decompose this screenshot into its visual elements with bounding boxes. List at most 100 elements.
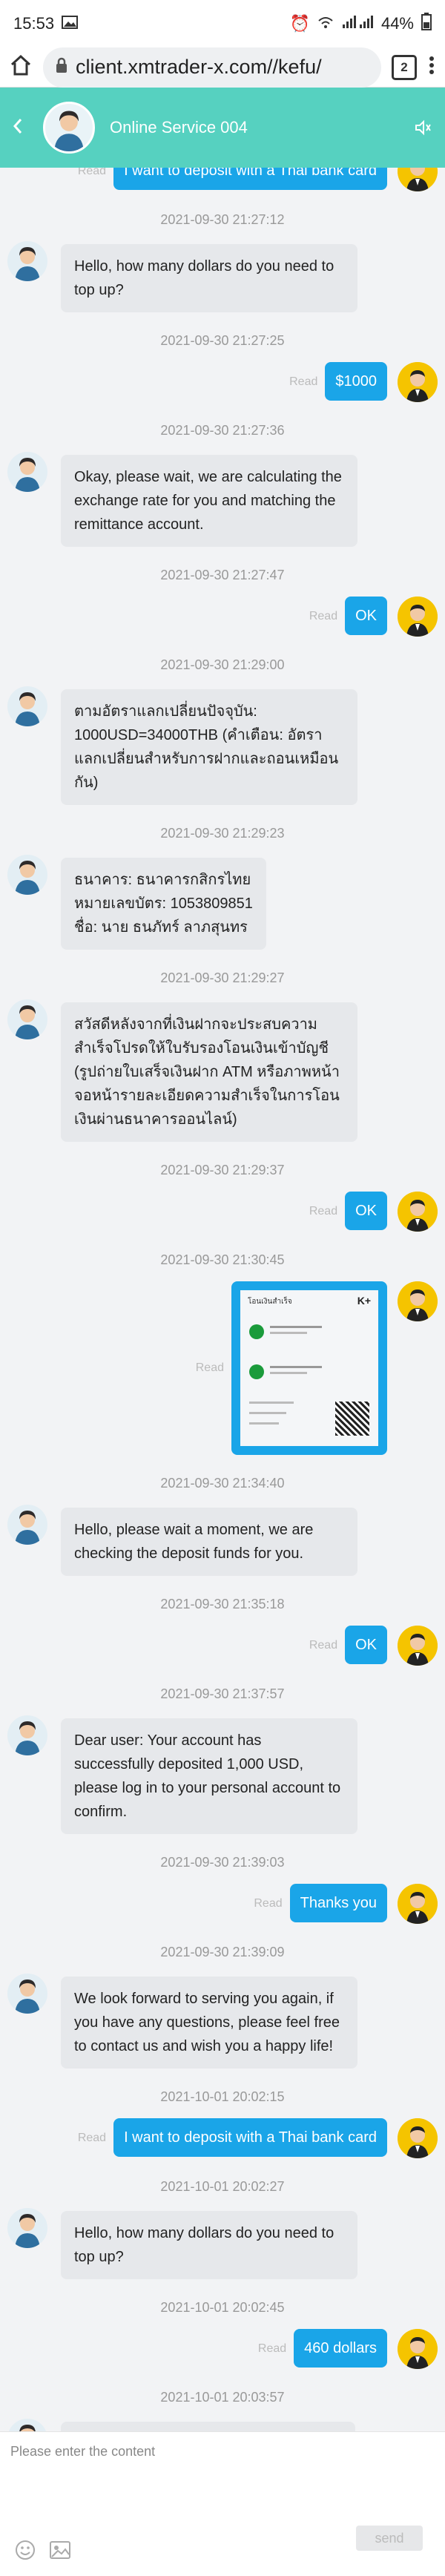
user-avatar — [398, 1626, 438, 1666]
user-avatar — [398, 1281, 438, 1321]
battery-icon — [421, 13, 432, 35]
message-bubble: Thanks you — [289, 1884, 387, 1922]
message-bubble: Okay, please wait, we are calculating th… — [61, 2422, 355, 2432]
user-avatar — [398, 2118, 438, 2158]
user-message: Read โอนเงินสำเร็จ K+ — [0, 1281, 445, 1455]
agent-avatar — [7, 999, 47, 1039]
user-avatar — [398, 1884, 438, 1924]
user-message: Read 460 dollars — [0, 2329, 445, 2369]
qr-code — [335, 1402, 369, 1436]
message-bubble: Dear user: Your account has successfully… — [61, 1718, 357, 1834]
agent-avatar — [7, 686, 47, 726]
message-bubble: I want to deposit with a Thai bank card — [113, 2118, 387, 2157]
message-timestamp: 2021-10-01 20:02:45 — [160, 2300, 285, 2315]
chat-title: Online Service 004 — [110, 118, 248, 137]
message-bubble: Okay, please wait, we are calculating th… — [61, 455, 357, 547]
message-bubble: OK — [345, 1626, 387, 1664]
agent-message: Hello, please wait a moment, we are chec… — [0, 1505, 445, 1576]
message-timestamp: 2021-09-30 21:29:37 — [160, 1163, 285, 1177]
message-bubble: OK — [345, 597, 387, 635]
message-bubble: I want to deposit with a Thai bank card — [113, 168, 387, 190]
message-bubble: Hello, please wait a moment, we are chec… — [61, 1508, 357, 1576]
message-bubble: สวัสดีหลังจากที่เงินฝากจะประสบความสำเร็จ… — [61, 1002, 357, 1142]
home-icon[interactable] — [9, 53, 33, 81]
read-receipt: Read — [254, 1897, 283, 1910]
tab-count: 2 — [400, 59, 408, 74]
message-timestamp: 2021-09-30 21:27:25 — [160, 333, 285, 348]
user-message: Read OK — [0, 1626, 445, 1666]
bank-logo-icon — [249, 1324, 264, 1339]
image-icon[interactable] — [49, 2540, 71, 2564]
agent-message: Okay, please wait, we are calculating th… — [0, 452, 445, 547]
message-bubble: Hello, how many dollars do you need to t… — [61, 244, 357, 312]
agent-avatar — [7, 452, 47, 492]
image-message[interactable]: โอนเงินสำเร็จ K+ — [231, 1281, 387, 1455]
message-timestamp: 2021-09-30 21:29:00 — [160, 657, 285, 672]
message-bubble: OK — [345, 1192, 387, 1230]
agent-message: Dear user: Your account has successfully… — [0, 1715, 445, 1834]
user-message: Read I want to deposit with a Thai bank c… — [0, 168, 445, 191]
message-timestamp: 2021-10-01 20:02:15 — [160, 2089, 285, 2104]
menu-icon[interactable] — [427, 53, 436, 81]
read-receipt: Read — [77, 2132, 107, 2144]
status-time: 15:53 — [13, 14, 55, 33]
agent-avatar — [7, 1505, 47, 1545]
signal-icon — [341, 14, 374, 33]
send-button[interactable]: send — [356, 2526, 423, 2551]
agent-avatar — [43, 102, 95, 154]
gallery-icon — [62, 14, 79, 33]
message-timestamp: 2021-09-30 21:39:03 — [160, 1855, 285, 1870]
status-bar: 15:53 ⏰ 44% — [0, 0, 445, 47]
receipt-brand: K+ — [357, 1295, 371, 1307]
user-avatar — [398, 1192, 438, 1232]
agent-avatar — [7, 1974, 47, 2014]
message-timestamp: 2021-09-30 21:27:47 — [160, 568, 285, 582]
read-receipt: Read — [309, 1205, 338, 1218]
browser-toolbar: client.xmtrader-x.com//kefu/ 2 — [0, 47, 445, 88]
agent-avatar — [7, 2419, 47, 2432]
message-timestamp: 2021-09-30 21:34:40 — [160, 1476, 285, 1491]
speaker-icon[interactable] — [414, 119, 432, 140]
read-receipt: Read — [309, 610, 338, 622]
message-timestamp: 2021-09-30 21:39:09 — [160, 1945, 285, 1959]
message-bubble: Hello, how many dollars do you need to t… — [61, 2211, 357, 2279]
battery-percent: 44% — [380, 14, 414, 33]
agent-message: Hello, how many dollars do you need to t… — [0, 241, 445, 312]
tab-switcher-button[interactable]: 2 — [392, 54, 417, 80]
message-bubble: We look forward to serving you again, if… — [61, 1977, 357, 2069]
message-timestamp: 2021-09-30 21:27:36 — [160, 423, 285, 438]
agent-message: We look forward to serving you again, if… — [0, 1974, 445, 2069]
message-bubble: $1000 — [325, 362, 387, 401]
agent-message: Okay, please wait, we are calculating th… — [0, 2419, 445, 2432]
message-timestamp: 2021-09-30 21:37:57 — [160, 1686, 285, 1701]
alarm-icon: ⏰ — [289, 14, 310, 33]
agent-avatar — [7, 2208, 47, 2248]
emoji-icon[interactable] — [15, 2540, 36, 2564]
agent-message: สวัสดีหลังจากที่เงินฝากจะประสบความสำเร็จ… — [0, 999, 445, 1142]
message-timestamp: 2021-09-30 21:30:45 — [160, 1252, 285, 1267]
transfer-receipt-image: โอนเงินสำเร็จ K+ — [240, 1290, 378, 1446]
message-bubble: ตามอัตราแลกเปลี่ยนปัจจุบัน: 1000USD=3400… — [61, 689, 357, 805]
read-receipt: Read — [289, 375, 318, 388]
address-bar[interactable]: client.xmtrader-x.com//kefu/ — [43, 47, 381, 88]
agent-avatar — [7, 855, 47, 895]
wifi-icon — [317, 14, 334, 33]
read-receipt: Read — [195, 1361, 224, 1374]
message-bubble: ธนาคาร: ธนาคารกสิกรไทย หมายเลขบัตร: 1053… — [61, 858, 266, 950]
message-timestamp: 2021-10-01 20:03:57 — [160, 2390, 285, 2405]
message-list[interactable]: Read I want to deposit with a Thai bank c… — [0, 168, 445, 2432]
url-text: client.xmtrader-x.com//kefu/ — [76, 56, 322, 78]
user-message: Read $1000 — [0, 362, 445, 402]
user-message: Read I want to deposit with a Thai bank c… — [0, 2118, 445, 2158]
read-receipt: Read — [77, 168, 107, 177]
receipt-title: โอนเงินสำเร็จ — [248, 1298, 292, 1306]
user-message: Read OK — [0, 1192, 445, 1232]
bank-logo-icon — [249, 1364, 264, 1379]
chat-header: Online Service 004 — [0, 88, 445, 168]
user-message: Read Thanks you — [0, 1884, 445, 1924]
back-icon[interactable] — [12, 117, 24, 139]
message-input[interactable]: Please enter the content — [10, 2444, 155, 2460]
user-avatar — [398, 168, 438, 191]
message-timestamp: 2021-09-30 21:29:23 — [160, 826, 285, 841]
agent-avatar — [7, 241, 47, 281]
